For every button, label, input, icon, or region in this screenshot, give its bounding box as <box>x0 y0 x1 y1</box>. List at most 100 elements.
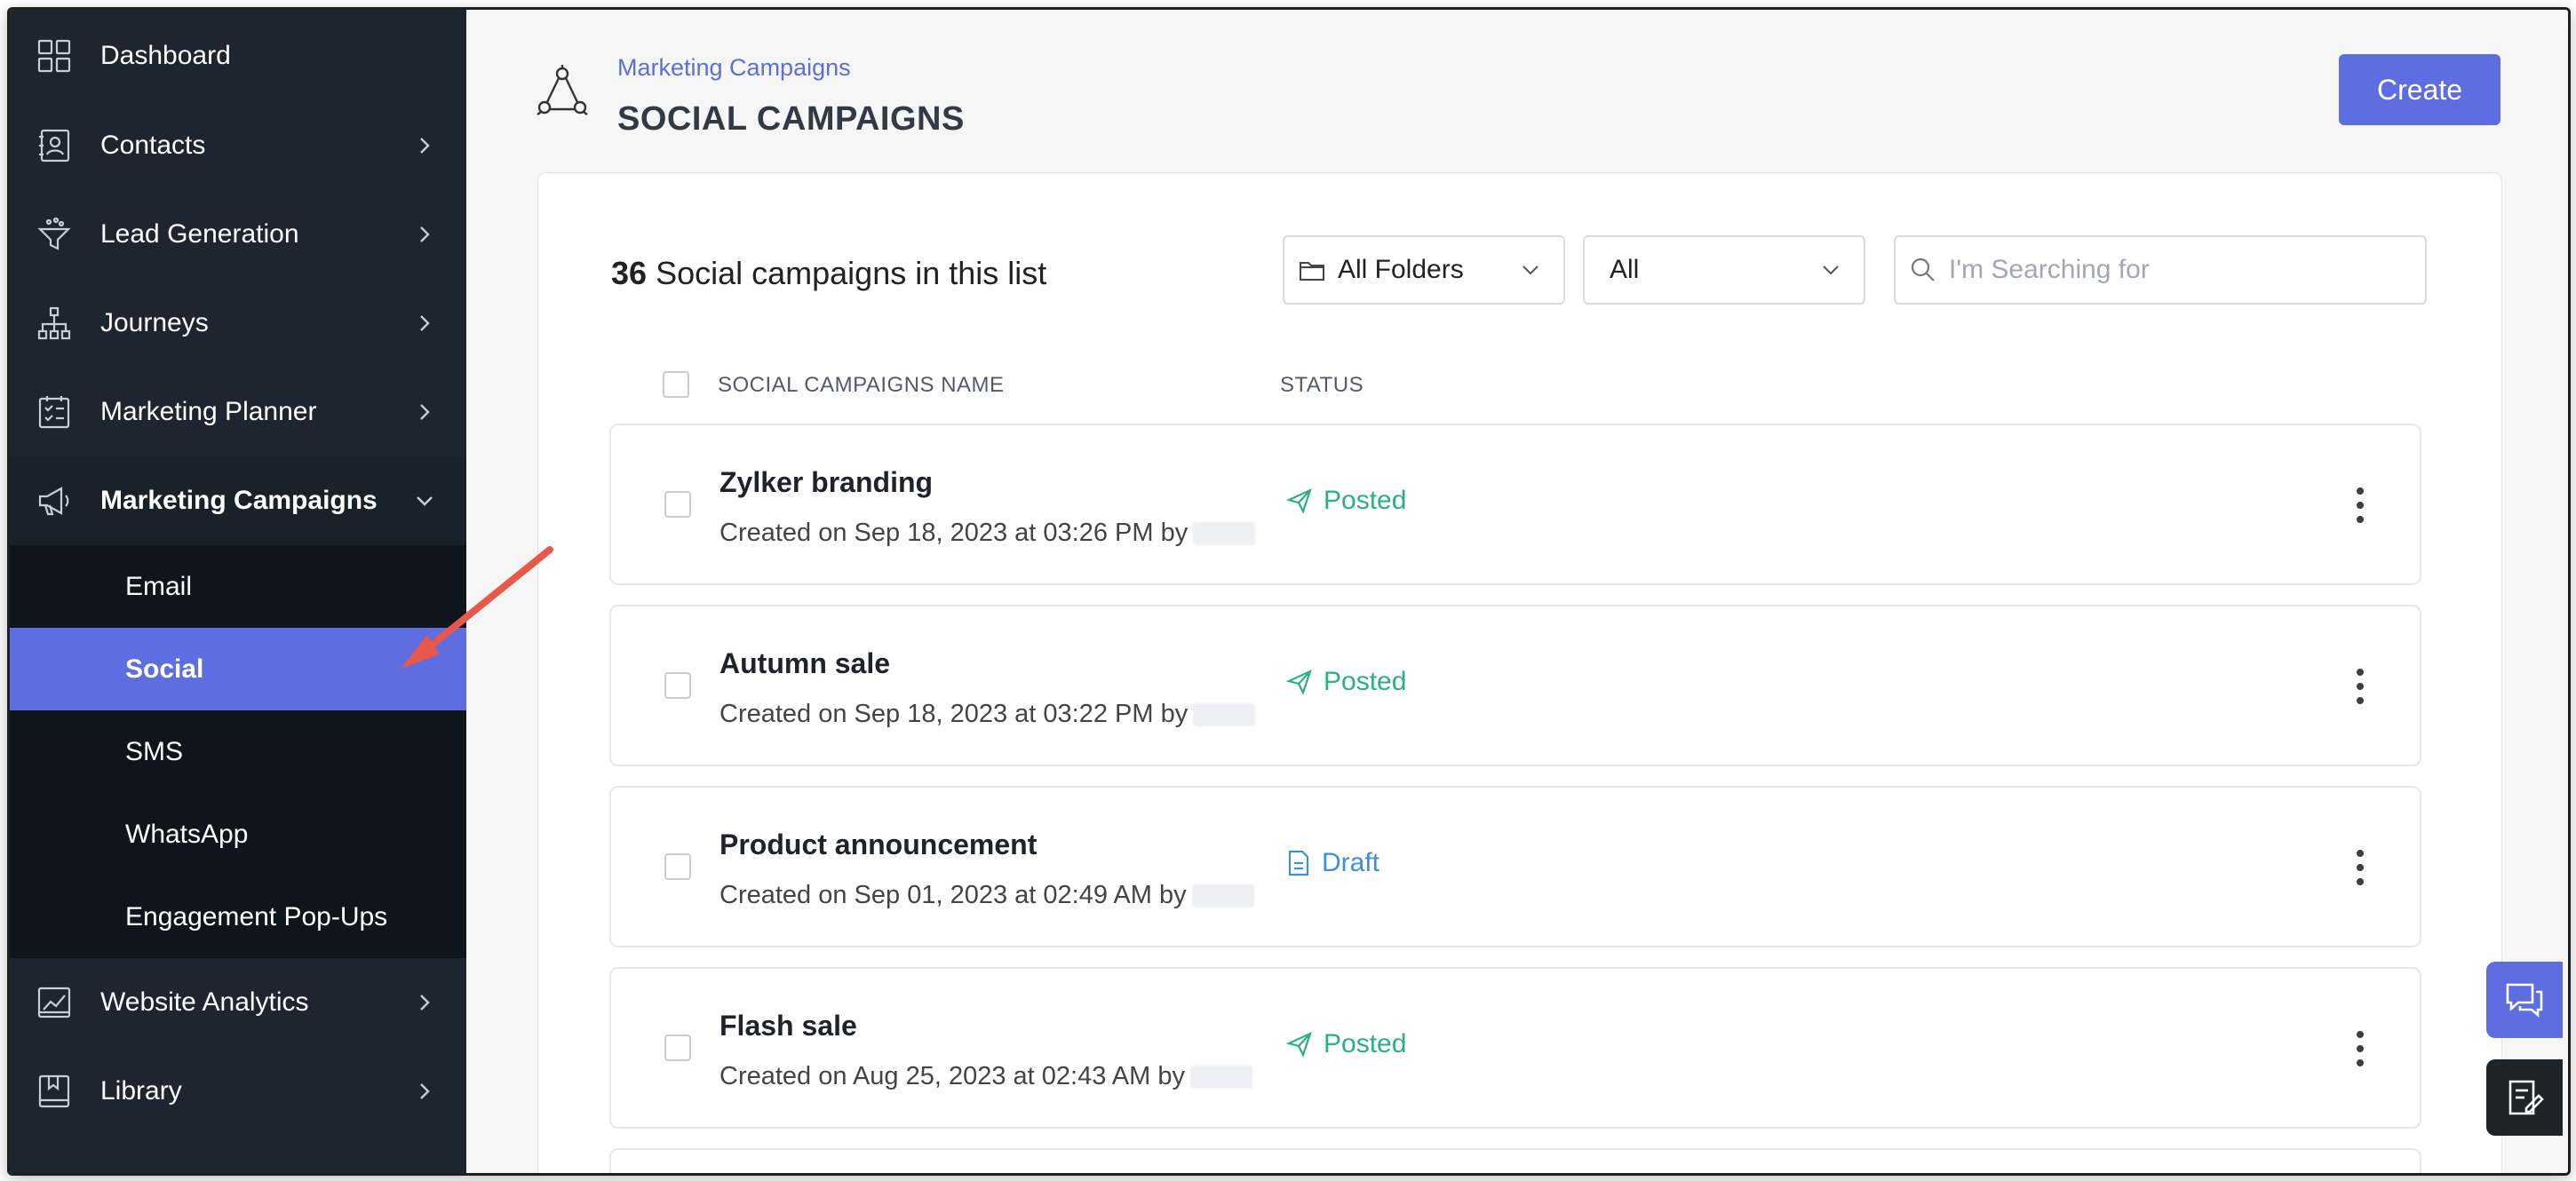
sidebar-subitem-label: WhatsApp <box>125 819 249 849</box>
table-row[interactable]: Product announcement Created on Sep 01, … <box>609 786 2421 947</box>
paper-plane-icon <box>1286 669 1312 695</box>
search-box <box>1894 235 2427 305</box>
row-checkbox[interactable] <box>664 853 691 880</box>
campaign-count-number: 36 <box>611 255 648 291</box>
table-row[interactable] <box>609 1148 2421 1173</box>
chevron-down-icon <box>1523 266 1538 275</box>
chevron-down-icon <box>417 496 433 506</box>
sidebar: Dashboard Contacts Lead Generation Journ… <box>10 10 466 1173</box>
row-checkbox[interactable] <box>664 672 691 699</box>
table-row[interactable]: Flash sale Created on Aug 25, 2023 at 02… <box>609 967 2421 1129</box>
status-badge: Posted <box>1286 486 1406 516</box>
draft-document-icon <box>1288 850 1309 876</box>
journey-icon <box>36 305 72 341</box>
paper-plane-icon <box>1286 1031 1312 1058</box>
breadcrumb-marketing-campaigns[interactable]: Marketing Campaigns <box>617 54 851 82</box>
status-badge: Posted <box>1286 1029 1406 1059</box>
sidebar-subitem-email[interactable]: Email <box>10 545 466 628</box>
campaign-count-text: Social campaigns in this list <box>656 255 1047 291</box>
campaign-name[interactable]: Flash sale <box>720 1010 857 1042</box>
status-filter-value: All <box>1610 255 1640 284</box>
chevron-right-icon <box>420 315 430 331</box>
main-content: Marketing Campaigns SOCIAL CAMPAIGNS Cre… <box>466 10 2568 1173</box>
create-button[interactable]: Create <box>2339 54 2500 125</box>
campaign-name[interactable]: Autumn sale <box>720 647 890 680</box>
sidebar-item-journeys[interactable]: Journeys <box>10 279 466 368</box>
sidebar-item-marketing-campaigns[interactable]: Marketing Campaigns <box>10 456 466 545</box>
chevron-right-icon <box>420 1083 430 1099</box>
sidebar-item-label: Lead Generation <box>100 219 299 249</box>
dashboard-icon <box>36 38 72 74</box>
chat-icon <box>2506 983 2543 1018</box>
notes-button[interactable] <box>2486 1059 2563 1136</box>
status-text: Draft <box>1322 848 1380 877</box>
campaign-list-card: 36 Social campaigns in this list All Fol… <box>537 172 2502 1173</box>
campaign-created: Created on Sep 01, 2023 at 02:49 AM by <box>720 881 1254 910</box>
sidebar-item-label: Contacts <box>100 131 206 160</box>
sidebar-subitem-label: SMS <box>125 736 184 766</box>
sidebar-item-contacts[interactable]: Contacts <box>10 101 466 190</box>
column-header-status[interactable]: STATUS <box>1280 373 1364 398</box>
status-text: Posted <box>1324 486 1407 515</box>
sidebar-item-label: Website Analytics <box>100 987 309 1017</box>
sidebar-item-lead-generation[interactable]: Lead Generation <box>10 190 466 279</box>
library-icon <box>36 1074 72 1109</box>
sidebar-subitem-social[interactable]: Social <box>10 628 466 710</box>
sidebar-item-dashboard[interactable]: Dashboard <box>10 10 466 101</box>
sidebar-item-label: Library <box>100 1076 182 1106</box>
chat-button[interactable] <box>2486 962 2563 1038</box>
campaign-created: Created on Sep 18, 2023 at 03:22 PM by <box>720 700 1256 729</box>
redacted-user <box>1193 522 1256 546</box>
sidebar-subitem-label: Engagement Pop-Ups <box>125 901 388 931</box>
chevron-right-icon <box>420 404 430 420</box>
column-header-name[interactable]: SOCIAL CAMPAIGNS NAME <box>718 373 1005 398</box>
paper-plane-icon <box>1286 487 1312 514</box>
sidebar-item-library[interactable]: Library <box>10 1047 466 1136</box>
megaphone-icon <box>36 483 72 519</box>
created-text: Created on Sep 18, 2023 at 03:22 PM by <box>720 700 1189 728</box>
sidebar-subitem-engagement-popups[interactable]: Engagement Pop-Ups <box>10 876 466 958</box>
sidebar-item-marketing-planner[interactable]: Marketing Planner <box>10 368 466 456</box>
chevron-right-icon <box>420 995 430 1011</box>
more-options-icon[interactable] <box>2354 1027 2366 1070</box>
redacted-user <box>1191 884 1254 908</box>
row-checkbox[interactable] <box>664 1034 691 1061</box>
redacted-user <box>1190 1066 1252 1090</box>
status-badge: Posted <box>1286 667 1406 697</box>
status-badge: Draft <box>1286 848 1379 878</box>
social-network-icon <box>537 65 588 115</box>
select-all-checkbox[interactable] <box>663 371 689 398</box>
table-row[interactable]: Autumn sale Created on Sep 18, 2023 at 0… <box>609 605 2421 766</box>
sidebar-item-label: Dashboard <box>100 40 231 70</box>
campaign-count: 36 Social campaigns in this list <box>611 255 1046 292</box>
folder-icon <box>1300 262 1324 281</box>
planner-icon <box>36 394 72 430</box>
status-filter-dropdown[interactable]: All <box>1583 235 1865 305</box>
funnel-icon <box>36 217 72 252</box>
campaign-name[interactable]: Product announcement <box>720 828 1037 861</box>
notes-icon <box>2508 1080 2544 1115</box>
redacted-user <box>1193 703 1256 727</box>
search-icon <box>1911 258 1935 281</box>
sidebar-subitem-whatsapp[interactable]: WhatsApp <box>10 793 466 876</box>
app-window: Dashboard Contacts Lead Generation Journ… <box>7 7 2571 1176</box>
marketing-campaigns-submenu: Email Social SMS WhatsApp Engagement Pop… <box>10 545 466 958</box>
more-options-icon[interactable] <box>2354 665 2366 708</box>
chevron-right-icon <box>420 226 430 242</box>
status-text: Posted <box>1324 667 1407 696</box>
created-text: Created on Aug 25, 2023 at 02:43 AM by <box>720 1062 1185 1090</box>
row-checkbox[interactable] <box>664 491 691 518</box>
created-text: Created on Sep 01, 2023 at 02:49 AM by <box>720 881 1187 909</box>
search-input[interactable] <box>1947 254 2413 286</box>
campaign-created: Created on Sep 18, 2023 at 03:26 PM by <box>720 519 1256 548</box>
sidebar-subitem-sms[interactable]: SMS <box>10 710 466 793</box>
more-options-icon[interactable] <box>2354 484 2366 527</box>
sidebar-subitem-label: Social <box>125 654 204 684</box>
folder-filter-dropdown[interactable]: All Folders <box>1283 235 1565 305</box>
analytics-icon <box>36 985 72 1020</box>
sidebar-item-website-analytics[interactable]: Website Analytics <box>10 958 466 1047</box>
table-row[interactable]: Zylker branding Created on Sep 18, 2023 … <box>609 424 2421 585</box>
contacts-icon <box>36 128 72 163</box>
more-options-icon[interactable] <box>2354 846 2366 889</box>
campaign-name[interactable]: Zylker branding <box>720 466 933 499</box>
